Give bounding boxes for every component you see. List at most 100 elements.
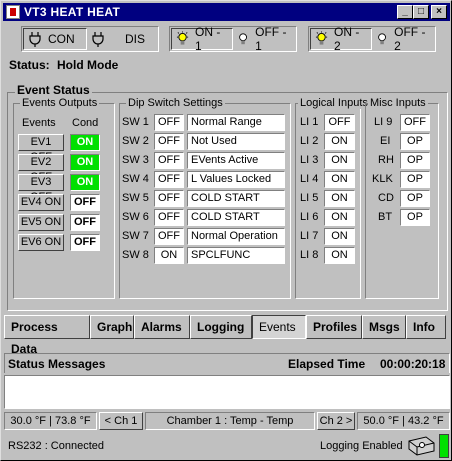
sw1-desc: Normal Range: [187, 114, 285, 131]
dip-switch-title: Dip Switch Settings: [126, 97, 225, 109]
tab-graph[interactable]: Graph: [90, 315, 134, 339]
ei-label: EI: [380, 135, 391, 147]
ev2-cond: ON: [70, 154, 100, 171]
cond-column-header: Cond: [72, 117, 99, 129]
status-messages-panel: Status Messages Elapsed Time 00:00:20:18: [4, 353, 450, 409]
events-column-header: Events: [22, 117, 56, 129]
tab-msgs[interactable]: Msgs: [362, 315, 406, 339]
disk-drive-icon: [408, 436, 435, 456]
app-icon: [6, 5, 20, 19]
cd-label: CD: [378, 192, 394, 204]
ev6-button[interactable]: EV6 ON: [18, 234, 64, 251]
off-2-label: OFF - 2: [394, 25, 426, 53]
lightbulb-off-icon: [239, 33, 247, 45]
klk-value: OP: [400, 171, 430, 188]
sw2-desc: Not Used: [187, 133, 285, 150]
ev3-button[interactable]: EV3 OFF: [18, 174, 64, 203]
sw6-desc: COLD START: [187, 209, 285, 226]
status-messages-box[interactable]: [4, 375, 450, 409]
maximize-icon: □: [417, 6, 425, 17]
tab-profiles[interactable]: Profiles: [306, 315, 362, 339]
elapsed-time-label: Elapsed Time: [288, 357, 366, 371]
dip-switch-group: Dip Switch Settings SW 1 OFF Normal Rang…: [119, 97, 291, 299]
sw8-desc: SPCLFUNC: [187, 247, 285, 264]
event1-toggle-group: ON - 1 OFF - 1: [169, 25, 297, 53]
off-1-button[interactable]: OFF - 1: [233, 25, 295, 53]
ev3-cond: ON: [70, 174, 100, 191]
title-bar[interactable]: VT3 HEAT HEAT _ □ ×: [3, 3, 450, 21]
ev5-button[interactable]: EV5 ON: [18, 214, 64, 231]
ev4-button[interactable]: EV4 ON: [18, 194, 64, 211]
tab-logging[interactable]: Logging: [190, 315, 252, 339]
sw4-state: OFF: [154, 171, 184, 188]
disconnect-label: DIS: [125, 32, 146, 46]
main-tabs: Process Data Graph Alarms Logging Events…: [4, 314, 449, 356]
li1-value: OFF: [324, 114, 355, 131]
tab-events[interactable]: Events: [252, 315, 306, 339]
sw5-state: OFF: [154, 190, 184, 207]
sw7-state: OFF: [154, 228, 184, 245]
close-icon: ×: [436, 6, 442, 17]
status-label: Status:: [9, 58, 50, 72]
ch1-button[interactable]: < Ch 1: [99, 412, 143, 430]
lightbulb-on-icon: [315, 31, 328, 45]
sw5-label: SW 5: [122, 192, 149, 204]
close-button[interactable]: ×: [431, 5, 447, 19]
sw1-label: SW 1: [122, 116, 149, 128]
li1-label: LI 1: [300, 116, 319, 128]
li3-label: LI 3: [300, 154, 319, 166]
tab-alarms[interactable]: Alarms: [134, 315, 190, 339]
misc-inputs-group: Misc Inputs LI 9 OFF EI OP RH OP KLK OP …: [365, 97, 439, 299]
sw3-desc: EVents Active: [187, 152, 285, 169]
status-line: Status: Hold Mode: [9, 58, 118, 72]
rh-label: RH: [378, 154, 394, 166]
events-outputs-title: Events Outputs: [20, 97, 100, 109]
li3-value: ON: [324, 152, 355, 169]
off-2-button[interactable]: OFF - 2: [372, 25, 434, 53]
ev2-button[interactable]: EV2 OFF: [18, 154, 64, 183]
events-outputs-group: Events Outputs Events Cond EV1 OFF ON EV…: [13, 97, 115, 299]
li5-label: LI 5: [300, 192, 319, 204]
on-1-button[interactable]: ON - 1: [171, 25, 233, 53]
connect-label: CON: [48, 32, 75, 46]
maximize-button[interactable]: □: [413, 5, 429, 19]
event-status-panel: Event Status Events Outputs Events Cond …: [7, 83, 448, 311]
misc-inputs-title: Misc Inputs: [368, 97, 428, 109]
sw7-label: SW 7: [122, 230, 149, 242]
sw2-state: OFF: [154, 133, 184, 150]
window-title: VT3 HEAT HEAT: [24, 5, 121, 19]
disconnect-button[interactable]: DIS: [87, 28, 157, 50]
off-1-label: OFF - 1: [255, 25, 287, 53]
ev1-button[interactable]: EV1 OFF: [18, 134, 64, 163]
footer: RS232 : Connected Logging Enabled: [4, 433, 450, 459]
li9-label: LI 9: [374, 116, 393, 128]
connection-toggle-group: CON DIS: [21, 26, 159, 52]
ev4-cond: OFF: [70, 194, 100, 211]
tab-process-data[interactable]: Process Data: [4, 315, 90, 356]
plug-disconnected-icon: [92, 32, 104, 47]
li8-label: LI 8: [300, 249, 319, 261]
on-2-button[interactable]: ON - 2: [310, 25, 372, 53]
li6-value: ON: [324, 209, 355, 226]
tab-info[interactable]: Info: [406, 315, 446, 339]
on-2-label: ON - 2: [334, 25, 360, 53]
sw4-desc: L Values Locked: [187, 171, 285, 188]
sw7-desc: Normal Operation: [187, 228, 285, 245]
li2-label: LI 2: [300, 135, 319, 147]
ch2-button[interactable]: Ch 2 >: [317, 412, 355, 430]
li9-value: OFF: [400, 114, 430, 131]
elapsed-time-value: 00:00:20:18: [380, 357, 446, 371]
sw3-state: OFF: [154, 152, 184, 169]
ev5-cond: OFF: [70, 214, 100, 231]
minimize-button[interactable]: _: [397, 5, 413, 19]
bt-label: BT: [378, 211, 393, 223]
sw8-state: ON: [154, 247, 184, 264]
connect-button[interactable]: CON: [23, 28, 87, 50]
sw2-label: SW 2: [122, 135, 149, 147]
li2-value: ON: [324, 133, 355, 150]
plug-connected-icon: [29, 32, 41, 47]
li7-label: LI 7: [300, 230, 319, 242]
li6-label: LI 6: [300, 211, 319, 223]
logging-status: Logging Enabled: [320, 440, 403, 452]
status-messages-title: Status Messages: [8, 357, 106, 371]
